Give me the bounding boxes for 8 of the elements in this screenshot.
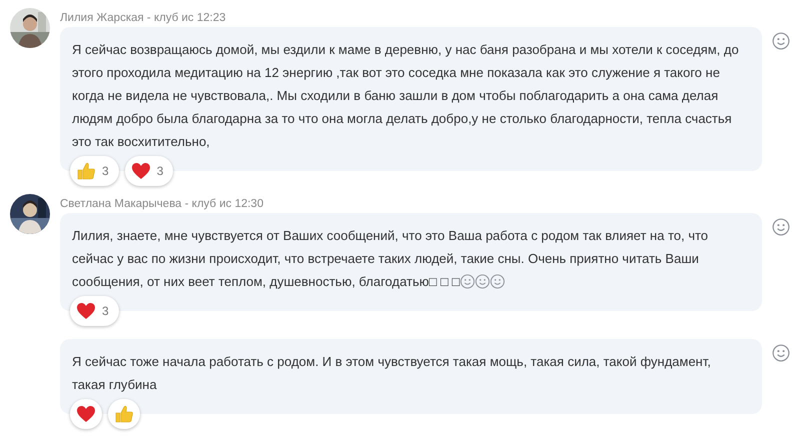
message-text: Лилия, знаете, мне чувствуется от Ваших сообщений, что это Ваша работа с родом так влияет на то, что сейчас у вас по жизни происходит, что встречаете таких людей, такие сны. Очень приятно читать Ваши сообщения, от них веет теплом, душевностью, благодатью□ □ □ <box>72 227 710 291</box>
author-header: Светлана Макарычева - клуб ис 12:30 <box>60 197 264 212</box>
author-header: Лилия Жарская - клуб ис 12:23 <box>60 11 227 26</box>
reaction-button[interactable]: 3 <box>70 296 119 326</box>
message-text: Я сейчас тоже начала работать с родом. И в этом чувствуется такая мощь, такая сила, такой фундамент, такая глубина <box>72 353 712 394</box>
reaction-button[interactable]: 3 <box>70 156 119 186</box>
reaction-button[interactable]: 3 <box>124 156 174 186</box>
message-text: Я сейчас возвращаюсь домой, мы ездили к маме в деревню, у нас баня разобрана и мы хотели к соседям, до этого проходила медитацию на 12 энергию ,так вот это соседка мне показала как это служение я такого не когда не видела не чувствовала,. Мы сходили в баню зашли в дом чтобы поблагодарить а она сама делая людям добро была благодарна за то что она могла делать добро,у не столько благодарности, тепла счастья это так восхитительно, <box>72 41 740 151</box>
